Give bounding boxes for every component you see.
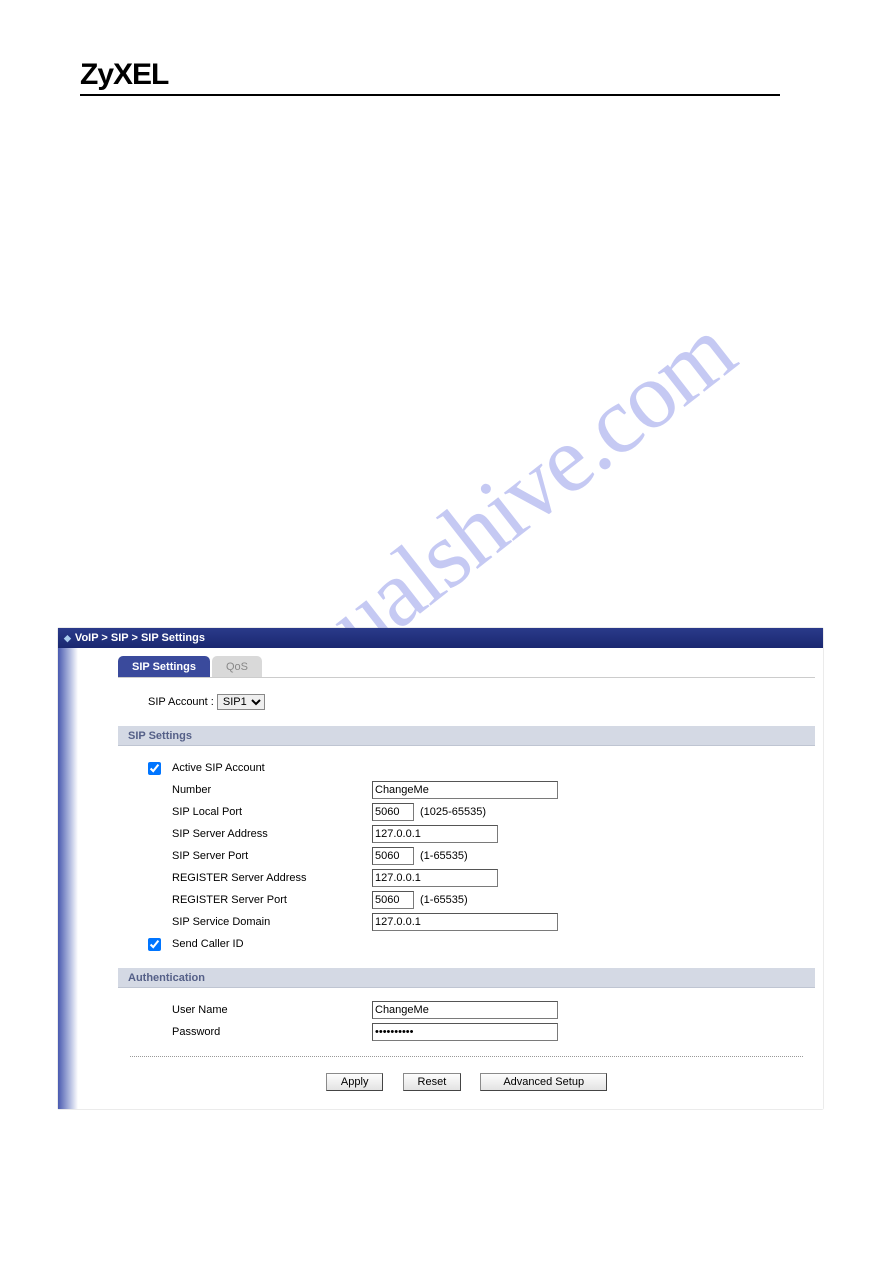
username-label: User Name xyxy=(172,1004,372,1016)
sip-service-domain-label: SIP Service Domain xyxy=(172,916,372,928)
section-sip-settings-header: SIP Settings xyxy=(118,726,815,746)
sip-server-addr-input[interactable] xyxy=(372,825,498,843)
sip-server-port-input[interactable] xyxy=(372,847,414,865)
active-sip-label: Active SIP Account xyxy=(172,762,372,774)
sip-account-label: SIP Account : xyxy=(148,696,214,708)
sip-account-select[interactable]: SIP1 xyxy=(217,694,265,710)
register-server-addr-input[interactable] xyxy=(372,869,498,887)
breadcrumb: VoIP > SIP > SIP Settings xyxy=(75,628,205,648)
header-rule xyxy=(80,94,780,96)
sip-local-port-label: SIP Local Port xyxy=(172,806,372,818)
reset-button[interactable]: Reset xyxy=(403,1073,462,1091)
sip-service-domain-input[interactable] xyxy=(372,913,558,931)
tab-bar: SIP Settings QoS xyxy=(118,656,823,677)
sip-server-port-label: SIP Server Port xyxy=(172,850,372,862)
side-gradient xyxy=(58,648,78,1109)
sip-local-port-note: (1025-65535) xyxy=(420,806,486,818)
sip-server-port-note: (1-65535) xyxy=(420,850,468,862)
section-authentication-header: Authentication xyxy=(118,968,815,988)
sip-local-port-input[interactable] xyxy=(372,803,414,821)
password-input[interactable] xyxy=(372,1023,558,1041)
register-server-addr-label: REGISTER Server Address xyxy=(172,872,372,884)
number-input[interactable] xyxy=(372,781,558,799)
advanced-setup-button[interactable]: Advanced Setup xyxy=(480,1073,607,1091)
send-caller-id-label: Send Caller ID xyxy=(172,938,372,950)
diamond-icon: ◆ xyxy=(64,628,71,648)
tab-qos[interactable]: QoS xyxy=(212,656,262,677)
sip-server-addr-label: SIP Server Address xyxy=(172,828,372,840)
password-label: Password xyxy=(172,1026,372,1038)
number-label: Number xyxy=(172,784,372,796)
app-window: ◆ VoIP > SIP > SIP Settings SIP Settings… xyxy=(58,628,823,1109)
tab-sip-settings[interactable]: SIP Settings xyxy=(118,656,210,677)
brand-logo: ZyXEL xyxy=(80,58,168,92)
apply-button[interactable]: Apply xyxy=(326,1073,384,1091)
active-sip-checkbox[interactable] xyxy=(148,762,161,775)
register-server-port-input[interactable] xyxy=(372,891,414,909)
username-input[interactable] xyxy=(372,1001,558,1019)
register-server-port-label: REGISTER Server Port xyxy=(172,894,372,906)
register-server-port-note: (1-65535) xyxy=(420,894,468,906)
window-titlebar: ◆ VoIP > SIP > SIP Settings xyxy=(58,628,823,648)
send-caller-id-checkbox[interactable] xyxy=(148,938,161,951)
